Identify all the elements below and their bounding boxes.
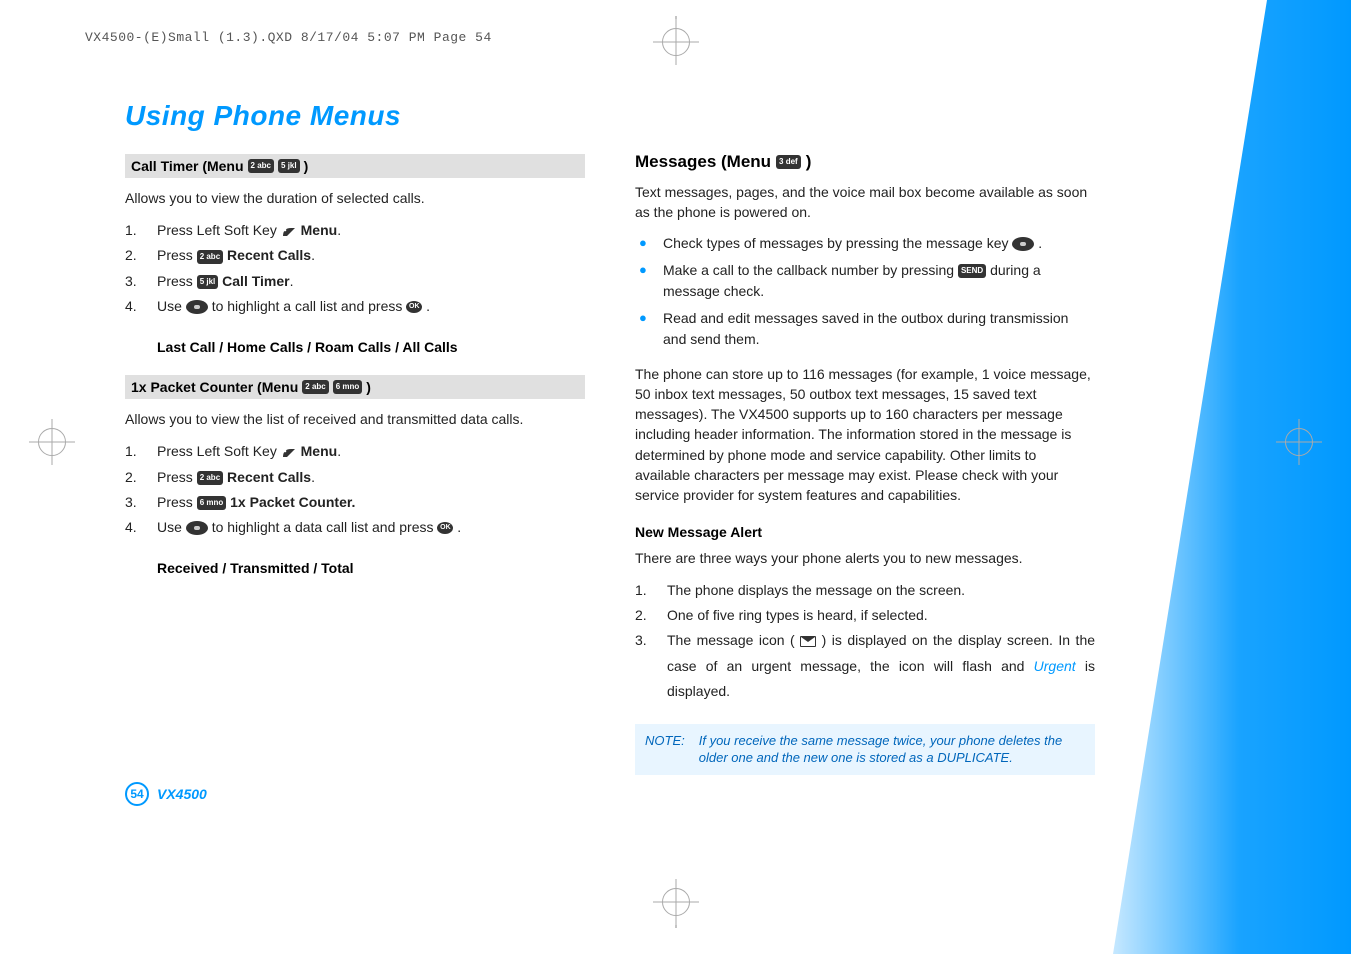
page-spread: Using Phone Menus Call Timer (Menu 2 abc… [125,100,1095,775]
heading-text: 1x Packet Counter (Menu [131,379,298,395]
bullet-item: Read and edit messages saved in the outb… [635,308,1095,350]
right-column: Messages (Menu 3 def ) Text messages, pa… [635,100,1095,775]
footer-right: VX4500 55 [1021,782,1103,806]
key-5jkl-icon: 5 jkl [278,159,300,173]
bullet-item: Check types of messages by pressing the … [635,233,1095,254]
key-2abc-icon: 2 abc [197,471,223,485]
heading-text: ) [304,158,309,174]
note-label: NOTE: [645,732,685,767]
step-item: Press Left Soft Key Menu. [125,439,585,464]
left-column: Using Phone Menus Call Timer (Menu 2 abc… [125,100,585,775]
section-intro: Allows you to view the list of received … [125,409,585,429]
note-text: If you receive the same message twice, y… [699,732,1085,767]
decorative-blue-corner [1071,0,1351,954]
step-item: Press 5 jkl Call Timer. [125,269,585,294]
step-item: The phone displays the message on the sc… [635,578,1095,603]
subheading-new-message-alert: New Message Alert [635,524,1095,540]
body-paragraph: The phone can store up to 116 messages (… [635,364,1095,506]
registration-mark [662,28,690,56]
section-intro: Text messages, pages, and the voice mail… [635,182,1095,223]
bullet-item: Make a call to the callback number by pr… [635,260,1095,302]
step-item: Press 2 abc Recent Calls. [125,243,585,268]
step-item: The message icon ( ) is displayed on the… [635,628,1095,704]
section-intro: There are three ways your phone alerts y… [635,548,1095,568]
page-number-right: 55 [1079,782,1103,806]
key-3def-icon: 3 def [776,155,801,169]
heading-text: Messages (Menu [635,152,771,172]
step-item: Press 2 abc Recent Calls. [125,465,585,490]
message-key-icon [1012,237,1034,251]
left-soft-key-icon [281,226,297,238]
envelope-icon [800,636,816,647]
registration-mark [38,428,66,456]
section-heading-messages: Messages (Menu 3 def ) [635,152,1095,172]
ok-key-icon: OK [437,522,453,534]
section-heading-call-timer: Call Timer (Menu 2 abc 5 jkl ) [125,154,585,178]
key-6mno-icon: 6 mno [197,496,227,510]
section-heading-packet-counter: 1x Packet Counter (Menu 2 abc 6 mno ) [125,375,585,399]
key-2abc-icon: 2 abc [248,159,274,173]
step-item: Use to highlight a data call list and pr… [125,515,585,540]
nav-key-icon [186,521,208,535]
model-label: VX4500 [157,786,207,802]
bullet-list: Check types of messages by pressing the … [635,233,1095,350]
section-intro: Allows you to view the duration of selec… [125,188,585,208]
options-list: Received / Transmitted / Total [157,560,585,576]
heading-text: ) [806,152,812,172]
steps-list: Press Left Soft Key Menu. Press 2 abc Re… [125,218,585,319]
urgent-label: Urgent [1034,658,1076,674]
heading-text: Call Timer (Menu [131,158,244,174]
file-header: VX4500-(E)Small (1.3).QXD 8/17/04 5:07 P… [85,30,492,45]
heading-text: ) [366,379,371,395]
alert-list: The phone displays the message on the sc… [635,578,1095,704]
model-label: VX4500 [1021,786,1071,802]
page-title: Using Phone Menus [125,100,585,132]
ok-key-icon: OK [406,301,422,313]
registration-mark [1285,428,1313,456]
registration-mark [662,888,690,916]
left-soft-key-icon [281,447,297,459]
key-5jkl-icon: 5 jkl [197,275,219,289]
step-item: Press Left Soft Key Menu. [125,218,585,243]
step-item: Use to highlight a call list and press O… [125,294,585,319]
step-item: One of five ring types is heard, if sele… [635,603,1095,628]
steps-list: Press Left Soft Key Menu. Press 2 abc Re… [125,439,585,540]
note-box: NOTE: If you receive the same message tw… [635,724,1095,775]
footer-left: 54 VX4500 [125,782,207,806]
options-list: Last Call / Home Calls / Roam Calls / Al… [157,339,585,355]
key-2abc-icon: 2 abc [302,380,328,394]
send-key-icon: SEND [958,264,986,278]
key-2abc-icon: 2 abc [197,250,223,264]
page-number-left: 54 [125,782,149,806]
step-item: Press 6 mno 1x Packet Counter. [125,490,585,515]
key-6mno-icon: 6 mno [333,380,363,394]
nav-key-icon [186,300,208,314]
